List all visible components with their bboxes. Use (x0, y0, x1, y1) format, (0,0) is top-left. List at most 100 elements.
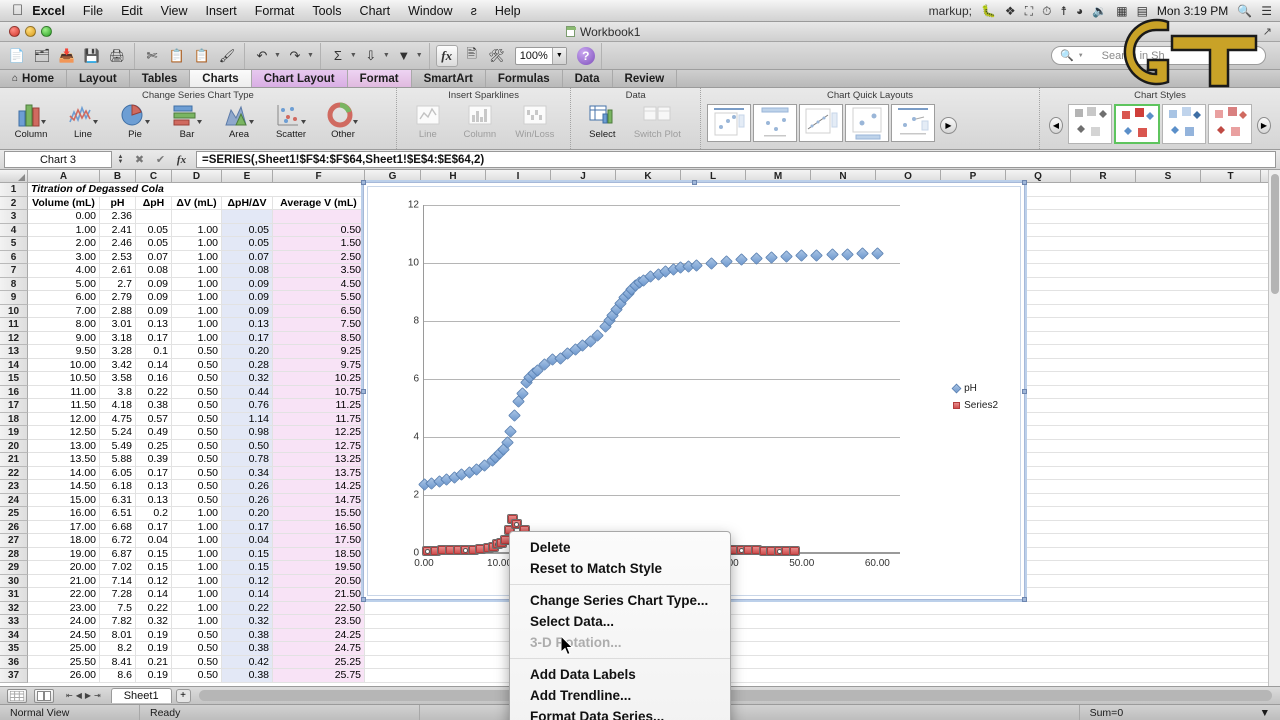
cell-e2[interactable]: ΔpH/ΔV (222, 196, 273, 209)
cell-D7[interactable]: 1.00 (172, 264, 222, 277)
cell-f2[interactable]: Average V (mL) (273, 196, 365, 209)
cell-E22[interactable]: 0.34 (222, 466, 273, 479)
cell-E26[interactable]: 0.17 (222, 520, 273, 533)
quick-layouts-next-button[interactable]: ▶ (939, 117, 957, 134)
cell-C21[interactable]: 0.39 (136, 453, 172, 466)
cell-B8[interactable]: 2.7 (100, 277, 136, 290)
evernote-icon[interactable]: 🐛 (981, 5, 996, 17)
close-button[interactable] (9, 26, 20, 37)
status-sum-dropdown-icon[interactable]: ▼ (1250, 705, 1280, 720)
cell-D14[interactable]: 0.50 (172, 358, 222, 371)
cell-D31[interactable]: 1.00 (172, 588, 222, 601)
cell-D25[interactable]: 1.00 (172, 507, 222, 520)
print-icon[interactable]: 🖨 (106, 45, 128, 67)
resize-handle-nw[interactable] (361, 180, 366, 185)
column-header-h[interactable]: H (421, 170, 486, 182)
cell-B17[interactable]: 4.18 (100, 399, 136, 412)
cell-C37[interactable]: 0.19 (136, 669, 172, 682)
row-header-9[interactable]: 9 (0, 291, 28, 305)
quick-layout-1[interactable] (706, 104, 751, 142)
column-header-e[interactable]: E (222, 170, 273, 182)
toolbox-icon[interactable]: 🛠 (486, 45, 508, 67)
cell-A26[interactable]: 17.00 (28, 520, 100, 533)
cell-E23[interactable]: 0.26 (222, 480, 273, 493)
cell-B25[interactable]: 6.51 (100, 507, 136, 520)
cell-A3[interactable]: 0.00 (28, 210, 100, 223)
cell-F13[interactable]: 9.25 (273, 345, 365, 358)
cell-D30[interactable]: 1.00 (172, 574, 222, 587)
row-header-30[interactable]: 30 (0, 574, 28, 588)
row-header-35[interactable]: 35 (0, 642, 28, 656)
cell-A32[interactable]: 23.00 (28, 601, 100, 614)
cell-F21[interactable]: 13.25 (273, 453, 365, 466)
row-header-18[interactable]: 18 (0, 412, 28, 426)
column-header-o[interactable]: O (876, 170, 941, 182)
column-header-d[interactable]: D (172, 170, 222, 182)
cell-C9[interactable]: 0.09 (136, 291, 172, 304)
calculator-icon[interactable]: ▦ (1116, 5, 1127, 17)
cell-B15[interactable]: 3.58 (100, 372, 136, 385)
cell-C19[interactable]: 0.49 (136, 426, 172, 439)
chart-type-line[interactable]: Line (58, 102, 108, 140)
cell-A36[interactable]: 25.50 (28, 655, 100, 668)
cell-B9[interactable]: 2.79 (100, 291, 136, 304)
cell-C18[interactable]: 0.57 (136, 412, 172, 425)
zoom-button[interactable] (41, 26, 52, 37)
cell-E15[interactable]: 0.32 (222, 372, 273, 385)
context-menu-item-add-trendline[interactable]: Add Trendline... (510, 685, 730, 706)
cell-D23[interactable]: 0.50 (172, 480, 222, 493)
cell-B14[interactable]: 3.42 (100, 358, 136, 371)
cell-D10[interactable]: 1.00 (172, 304, 222, 317)
cell-C36[interactable]: 0.21 (136, 655, 172, 668)
cell-F16[interactable]: 10.75 (273, 385, 365, 398)
row-header-28[interactable]: 28 (0, 547, 28, 561)
cell-C12[interactable]: 0.17 (136, 331, 172, 344)
row-header-10[interactable]: 10 (0, 304, 28, 318)
row-header-3[interactable]: 3 (0, 210, 28, 224)
data-point-ph[interactable] (825, 248, 839, 261)
chart-type-scatter[interactable]: Scatter (266, 102, 316, 140)
cell-A6[interactable]: 3.00 (28, 250, 100, 263)
cell-B21[interactable]: 5.88 (100, 453, 136, 466)
column-header-s[interactable]: S (1136, 170, 1201, 182)
row-header-16[interactable]: 16 (0, 385, 28, 399)
cell-F14[interactable]: 9.75 (273, 358, 365, 371)
normal-view-button[interactable] (7, 688, 27, 703)
resize-handle-se[interactable] (1022, 597, 1027, 602)
cell-F10[interactable]: 6.50 (273, 304, 365, 317)
column-header-m[interactable]: M (746, 170, 811, 182)
data-point-ph[interactable] (870, 247, 884, 260)
cell-B29[interactable]: 7.02 (100, 561, 136, 574)
cell-D36[interactable]: 0.50 (172, 655, 222, 668)
cell-E6[interactable]: 0.07 (222, 250, 273, 263)
cell-D20[interactable]: 0.50 (172, 439, 222, 452)
cell-F15[interactable]: 10.25 (273, 372, 365, 385)
cell-A11[interactable]: 8.00 (28, 318, 100, 331)
cell-C15[interactable]: 0.16 (136, 372, 172, 385)
cell-B11[interactable]: 3.01 (100, 318, 136, 331)
cell-D29[interactable]: 1.00 (172, 561, 222, 574)
cell-F27[interactable]: 17.50 (273, 534, 365, 547)
redo-dropdown-icon[interactable]: ▼ (307, 52, 314, 59)
resize-handle-w[interactable] (361, 389, 366, 394)
sheet-tab-sheet1[interactable]: Sheet1 (110, 688, 172, 703)
cell-C13[interactable]: 0.1 (136, 345, 172, 358)
chart-type-pie[interactable]: Pie (110, 102, 160, 140)
menu-format[interactable]: Format (246, 4, 304, 18)
wifi-icon[interactable]: ◕ (1076, 5, 1083, 17)
cell-D26[interactable]: 1.00 (172, 520, 222, 533)
column-header-i[interactable]: I (486, 170, 551, 182)
row-header-36[interactable]: 36 (0, 655, 28, 669)
cell-A21[interactable]: 13.50 (28, 453, 100, 466)
cell-A7[interactable]: 4.00 (28, 264, 100, 277)
tab-layout[interactable]: Layout (67, 70, 130, 87)
context-menu-item-select-data[interactable]: Select Data... (510, 611, 730, 632)
cell-A20[interactable]: 13.00 (28, 439, 100, 452)
cell-C7[interactable]: 0.08 (136, 264, 172, 277)
cell-F5[interactable]: 1.50 (273, 237, 365, 250)
cell-B23[interactable]: 6.18 (100, 480, 136, 493)
tab-charts[interactable]: Charts (190, 70, 252, 87)
cut-icon[interactable]: ✄ (141, 45, 163, 67)
scrollbar-thumb[interactable] (1271, 174, 1279, 294)
cell-A31[interactable]: 22.00 (28, 588, 100, 601)
